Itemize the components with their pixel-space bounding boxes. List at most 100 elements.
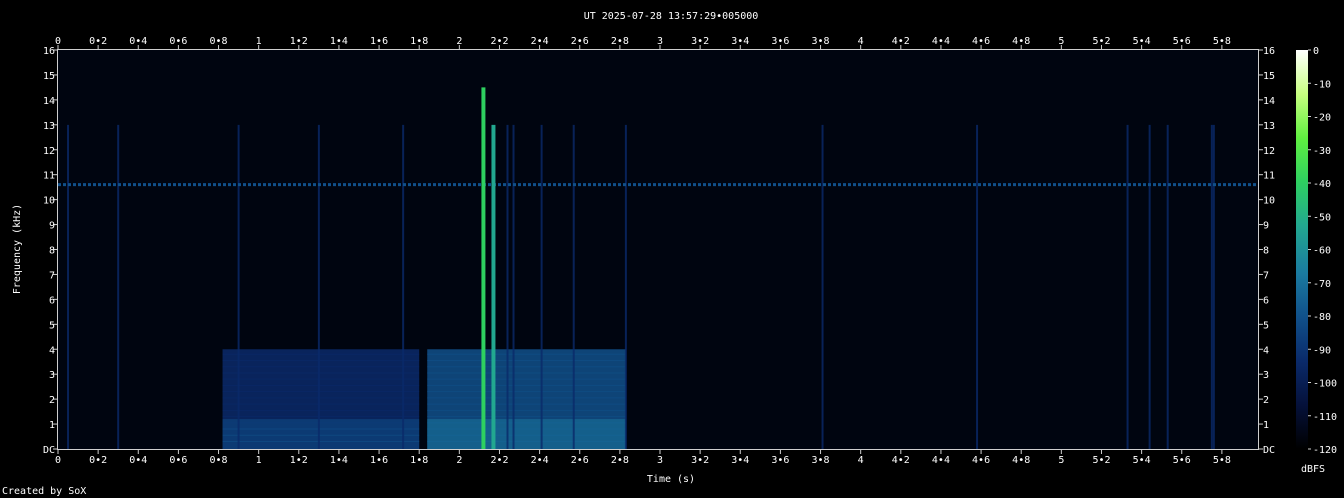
x-tick-label-bottom: 5•8 [1213, 455, 1231, 466]
colorbar-tick-label: -90 [1313, 345, 1331, 356]
x-tick-label-bottom: 1•2 [290, 455, 308, 466]
y-tick-label-left: 6 [49, 295, 55, 306]
y-tick-label-right: 11 [1263, 171, 1275, 182]
x-tick-label-top: 0•6 [169, 36, 187, 47]
burst-lowband [222, 419, 420, 449]
colorbar-tick-label: -100 [1313, 379, 1337, 390]
y-tick-label-right: 3 [1263, 370, 1269, 381]
colorbar [1296, 50, 1308, 449]
x-tick-label-top: 5•4 [1133, 36, 1151, 47]
x-tick-label-bottom: 0 [55, 455, 61, 466]
x-tick-label-bottom: 4 [858, 455, 864, 466]
y-tick-label-left: 1 [49, 420, 55, 431]
x-tick-label-top: 4 [858, 36, 864, 47]
x-tick-label-top: 3•4 [731, 36, 749, 47]
y-tick-label-right: 16 [1263, 46, 1275, 57]
y-tick-label-left: 10 [43, 196, 55, 207]
y-tick-label-right: 7 [1263, 270, 1269, 281]
colorbar-tick-label: -10 [1313, 79, 1331, 90]
x-tick-label-top: 4•2 [892, 36, 910, 47]
y-tick-label-left: 8 [49, 246, 55, 257]
colorbar-tick-label: -50 [1313, 212, 1331, 223]
y-tick-label-right: 12 [1263, 146, 1275, 157]
y-tick-label-left: 13 [43, 121, 55, 132]
x-tick-label-top: 1 [256, 36, 262, 47]
x-tick-label-top: 1•8 [410, 36, 428, 47]
x-tick-label-bottom: 4•4 [932, 455, 950, 466]
colorbar-tick-label: -20 [1313, 113, 1331, 124]
y-tick-label-right: 13 [1263, 121, 1275, 132]
colorbar-tick-label: -70 [1313, 279, 1331, 290]
x-tick-label-top: 4•4 [932, 36, 950, 47]
x-tick-label-top: 4•6 [972, 36, 990, 47]
x-tick-label-bottom: 3 [657, 455, 663, 466]
x-tick-label-bottom: 2•8 [611, 455, 629, 466]
y-tick-label-left: 11 [43, 171, 55, 182]
x-tick-label-top: 2•8 [611, 36, 629, 47]
burst-lowband [427, 419, 626, 449]
colorbar-tick-label: -80 [1313, 312, 1331, 323]
x-tick-label-top: 1•4 [330, 36, 348, 47]
colorbar-tick-label: -40 [1313, 179, 1331, 190]
x-tick-label-bottom: 1•8 [410, 455, 428, 466]
colorbar-tick-label: -60 [1313, 246, 1331, 257]
x-tick-label-bottom: 3•4 [731, 455, 749, 466]
x-tick-label-bottom: 2•6 [571, 455, 589, 466]
y-tick-label-right: DC [1263, 445, 1275, 456]
x-tick-label-bottom: 0•4 [129, 455, 147, 466]
y-tick-label-right: 15 [1263, 71, 1275, 82]
colorbar-label: dBFS [1301, 464, 1325, 475]
x-tick-label-bottom: 0•2 [89, 455, 107, 466]
x-tick-label-top: 2•2 [490, 36, 508, 47]
y-tick-label-left: 9 [49, 221, 55, 232]
x-tick-label-top: 2•4 [531, 36, 549, 47]
y-tick-label-right: 6 [1263, 295, 1269, 306]
x-tick-label-bottom: 1•6 [370, 455, 388, 466]
y-tick-label-left: 2 [49, 395, 55, 406]
x-tick-label-bottom: 1•4 [330, 455, 348, 466]
y-tick-label-left: 15 [43, 71, 55, 82]
y-tick-label-right: 8 [1263, 246, 1269, 257]
colorbar-tick-label: -30 [1313, 146, 1331, 157]
x-tick-label-top: 1•2 [290, 36, 308, 47]
x-tick-label-bottom: 0•8 [210, 455, 228, 466]
x-tick-label-top: 5•8 [1213, 36, 1231, 47]
x-tick-label-top: 3•2 [691, 36, 709, 47]
x-tick-label-top: 0•2 [89, 36, 107, 47]
y-tick-label-right: 14 [1263, 96, 1275, 107]
x-tick-label-top: 2 [456, 36, 462, 47]
y-tick-label-left: 3 [49, 370, 55, 381]
credit-text: Created by SoX [2, 486, 86, 497]
y-tick-label-left: DC [43, 445, 55, 456]
x-axis-label: Time (s) [647, 474, 695, 485]
x-tick-label-bottom: 5•4 [1133, 455, 1151, 466]
x-tick-label-top: 5•6 [1173, 36, 1191, 47]
y-tick-label-left: 7 [49, 270, 55, 281]
x-tick-label-bottom: 5•2 [1092, 455, 1110, 466]
x-tick-label-top: 3•8 [812, 36, 830, 47]
x-tick-label-bottom: 4•2 [892, 455, 910, 466]
x-tick-label-top: 0 [55, 36, 61, 47]
x-tick-label-bottom: 3•8 [812, 455, 830, 466]
y-axis-label: Frequency (kHz) [12, 204, 23, 294]
x-tick-label-top: 0•4 [129, 36, 147, 47]
y-tick-label-right: 5 [1263, 320, 1269, 331]
x-tick-label-bottom: 0•6 [169, 455, 187, 466]
x-tick-label-top: 0•8 [210, 36, 228, 47]
x-tick-label-top: 2•6 [571, 36, 589, 47]
chart-title: UT 2025-07-28 13:57:29•005000 [584, 11, 759, 22]
x-tick-label-bottom: 3•2 [691, 455, 709, 466]
x-tick-label-top: 5 [1058, 36, 1064, 47]
y-tick-label-left: 5 [49, 320, 55, 331]
x-tick-label-top: 3 [657, 36, 663, 47]
x-tick-label-bottom: 1 [256, 455, 262, 466]
x-tick-label-bottom: 5 [1058, 455, 1064, 466]
y-tick-label-right: 4 [1263, 345, 1269, 356]
x-tick-label-top: 3•6 [771, 36, 789, 47]
colorbar-tick-label: 0 [1313, 46, 1319, 57]
y-tick-label-right: 9 [1263, 221, 1269, 232]
x-tick-label-bottom: 2•2 [490, 455, 508, 466]
x-tick-label-top: 1•6 [370, 36, 388, 47]
y-tick-label-left: 4 [49, 345, 55, 356]
colorbar-tick-label: -110 [1313, 412, 1337, 423]
